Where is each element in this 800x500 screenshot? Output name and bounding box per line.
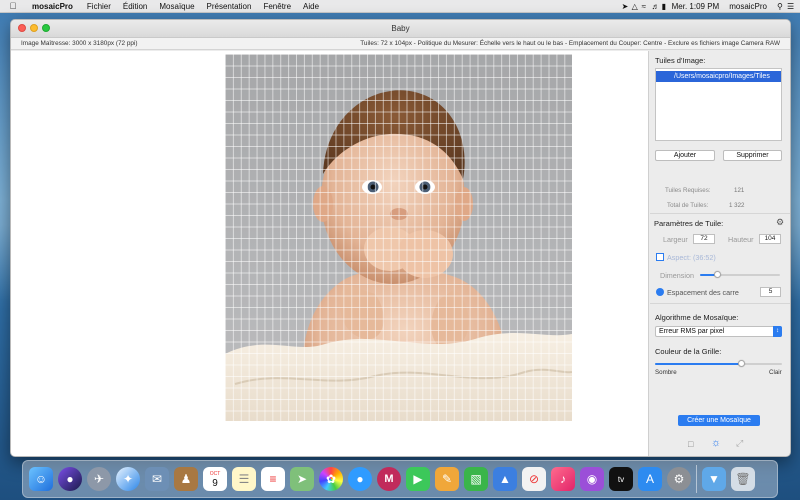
width-input[interactable]: 72: [693, 234, 715, 244]
system-preferences-icon[interactable]: ⚙: [667, 467, 691, 491]
algorithm-label: Algorithme de Mosaïque:: [655, 313, 739, 322]
height-input[interactable]: 104: [759, 234, 781, 244]
spacing-label: Espacement des carre: [667, 288, 739, 297]
tile-params-label: Paramètres de Tuile:: [654, 219, 724, 228]
numbers-icon[interactable]: ▧: [464, 467, 488, 491]
tiles-total-label: Total de Tuiles:: [667, 202, 709, 209]
aspect-checkbox[interactable]: [656, 253, 664, 261]
trash-icon[interactable]: 🗑: [731, 467, 755, 491]
title-bar[interactable]: Baby: [11, 20, 790, 38]
main-window: Baby Image Maîtresse: 3000 x 3180px (72 …: [10, 19, 791, 457]
width-label: Largeur: [663, 235, 688, 244]
tiles-folder-list[interactable]: /Users/mosaicpro/Images/Tiles: [655, 68, 782, 141]
wifi-icon[interactable]: ≈: [637, 2, 647, 11]
menu-aide[interactable]: Aide: [297, 2, 325, 11]
dimension-label: Dimension: [660, 271, 694, 280]
menu-clock[interactable]: Mer. 1:09 PM: [667, 2, 725, 11]
search-icon[interactable]: ⚲: [772, 2, 783, 11]
photos-icon[interactable]: ✿: [319, 467, 343, 491]
grid-color-slider-knob[interactable]: [737, 360, 745, 367]
dock: ☺ ● ✈ ✦ ✉ ♟ OCT 9 ☰ ≡ ➤ ✿ ● M ▶ ✎ ▧ ▲ ⊘ …: [22, 460, 778, 498]
music-icon[interactable]: ♪: [551, 467, 575, 491]
master-image-info: Image Maîtresse: 3000 x 3180px (72 ppi): [21, 40, 138, 47]
dimension-slider[interactable]: [700, 271, 780, 278]
airplay-icon[interactable]: △: [627, 2, 638, 11]
news-icon[interactable]: ⊘: [522, 467, 546, 491]
settings-sidebar: Tuiles d'Image: /Users/mosaicpro/Images/…: [650, 51, 790, 456]
menu-mosaique[interactable]: Mosaïque: [153, 2, 200, 11]
mail-icon[interactable]: ✉: [145, 467, 169, 491]
pages-icon[interactable]: ✎: [435, 467, 459, 491]
add-tiles-button[interactable]: Ajouter: [655, 150, 715, 161]
grid-color-label: Couleur de la Grille:: [655, 347, 722, 356]
export-icon[interactable]: ⤢: [736, 438, 743, 449]
maps-icon[interactable]: ➤: [290, 467, 314, 491]
calendar-day: 9: [212, 478, 218, 489]
algorithm-select[interactable]: Erreur RMS par pixel ↕: [655, 326, 782, 337]
spacing-input[interactable]: 5: [760, 287, 781, 297]
menu-edition[interactable]: Édition: [117, 2, 153, 11]
tile-grid-overlay: [225, 54, 572, 421]
menu-fenetre[interactable]: Fenêtre: [257, 2, 297, 11]
apple-menu-icon[interactable]: : [0, 1, 26, 11]
location-icon[interactable]: ➤: [617, 2, 629, 11]
notes-icon[interactable]: ☰: [232, 467, 256, 491]
window-title: Baby: [391, 24, 410, 33]
remove-tiles-button[interactable]: Supprimer: [723, 150, 782, 161]
facetime-icon[interactable]: ▶: [406, 467, 430, 491]
sidebar-divider: [650, 303, 790, 304]
algorithm-select-value: Erreur RMS par pixel: [659, 328, 725, 335]
content-area: Tuiles d'Image: /Users/mosaicpro/Images/…: [11, 51, 790, 456]
contacts-icon[interactable]: ♟: [174, 467, 198, 491]
mosaic-canvas[interactable]: [11, 51, 649, 456]
tiles-required-label: Tuiles Requises:: [665, 187, 711, 194]
keynote-icon[interactable]: ▲: [493, 467, 517, 491]
safari-icon[interactable]: ✦: [116, 467, 140, 491]
dock-separator: [696, 465, 697, 493]
sidebar-divider: [650, 213, 790, 214]
reminders-icon[interactable]: ≡: [261, 467, 285, 491]
tile-settings-info: Tuiles: 72 x 104px - Politique du Mesure…: [360, 40, 780, 47]
app-store-icon[interactable]: A: [638, 467, 662, 491]
chevron-updown-icon: ↕: [773, 326, 782, 337]
folder-icon[interactable]: □: [688, 439, 693, 449]
siri-icon[interactable]: ●: [58, 467, 82, 491]
grid-color-slider-fill: [655, 363, 742, 365]
finder-icon[interactable]: ☺: [29, 467, 53, 491]
battery-icon[interactable]: ▮: [657, 2, 667, 11]
menu-app-name[interactable]: mosaicPro: [26, 2, 81, 11]
gear-icon[interactable]: ⚙: [776, 217, 784, 228]
info-bar: Image Maîtresse: 3000 x 3180px (72 ppi) …: [11, 38, 790, 50]
tiles-required-value: 121: [734, 187, 745, 194]
control-center-icon[interactable]: ☰: [782, 2, 794, 11]
menu-bar:  mosaicPro Fichier Édition Mosaïque Pré…: [0, 0, 800, 13]
mosaicpro-icon[interactable]: M: [377, 467, 401, 491]
menu-user[interactable]: mosaicPro: [724, 2, 772, 11]
menu-presentation[interactable]: Présentation: [201, 2, 258, 11]
grid-dark-label: Sombre: [655, 369, 677, 376]
settings-sun-icon[interactable]: ☼: [711, 437, 721, 449]
spacing-radio[interactable]: [656, 288, 664, 296]
calendar-icon[interactable]: OCT 9: [203, 467, 227, 491]
height-label: Hauteur: [728, 235, 754, 244]
sidebar-footer: □ ☼ ⤢: [650, 431, 790, 456]
menu-bar-status: ➤ △ ≈ ♬ ▮ Mer. 1:09 PM mosaicPro ⚲ ☰: [617, 2, 800, 11]
master-image: [225, 54, 572, 421]
downloads-folder-icon[interactable]: ▼: [702, 467, 726, 491]
grid-light-label: Clair: [769, 369, 782, 376]
tiles-total-value: 1 322: [729, 202, 745, 209]
messages-icon[interactable]: ●: [348, 467, 372, 491]
tiles-section-label: Tuiles d'Image:: [655, 56, 706, 65]
launchpad-icon[interactable]: ✈: [87, 467, 111, 491]
podcasts-icon[interactable]: ◉: [580, 467, 604, 491]
apple-tv-icon[interactable]: tv: [609, 467, 633, 491]
menu-fichier[interactable]: Fichier: [81, 2, 117, 11]
dimension-slider-knob[interactable]: [714, 271, 722, 278]
aspect-label: Aspect: (36:52): [667, 253, 716, 262]
create-mosaic-button[interactable]: Créer une Mosaïque: [678, 415, 760, 426]
tiles-folder-item[interactable]: /Users/mosaicpro/Images/Tiles: [656, 71, 781, 82]
grid-color-slider[interactable]: [655, 360, 782, 367]
volume-icon[interactable]: ♬: [647, 2, 660, 11]
